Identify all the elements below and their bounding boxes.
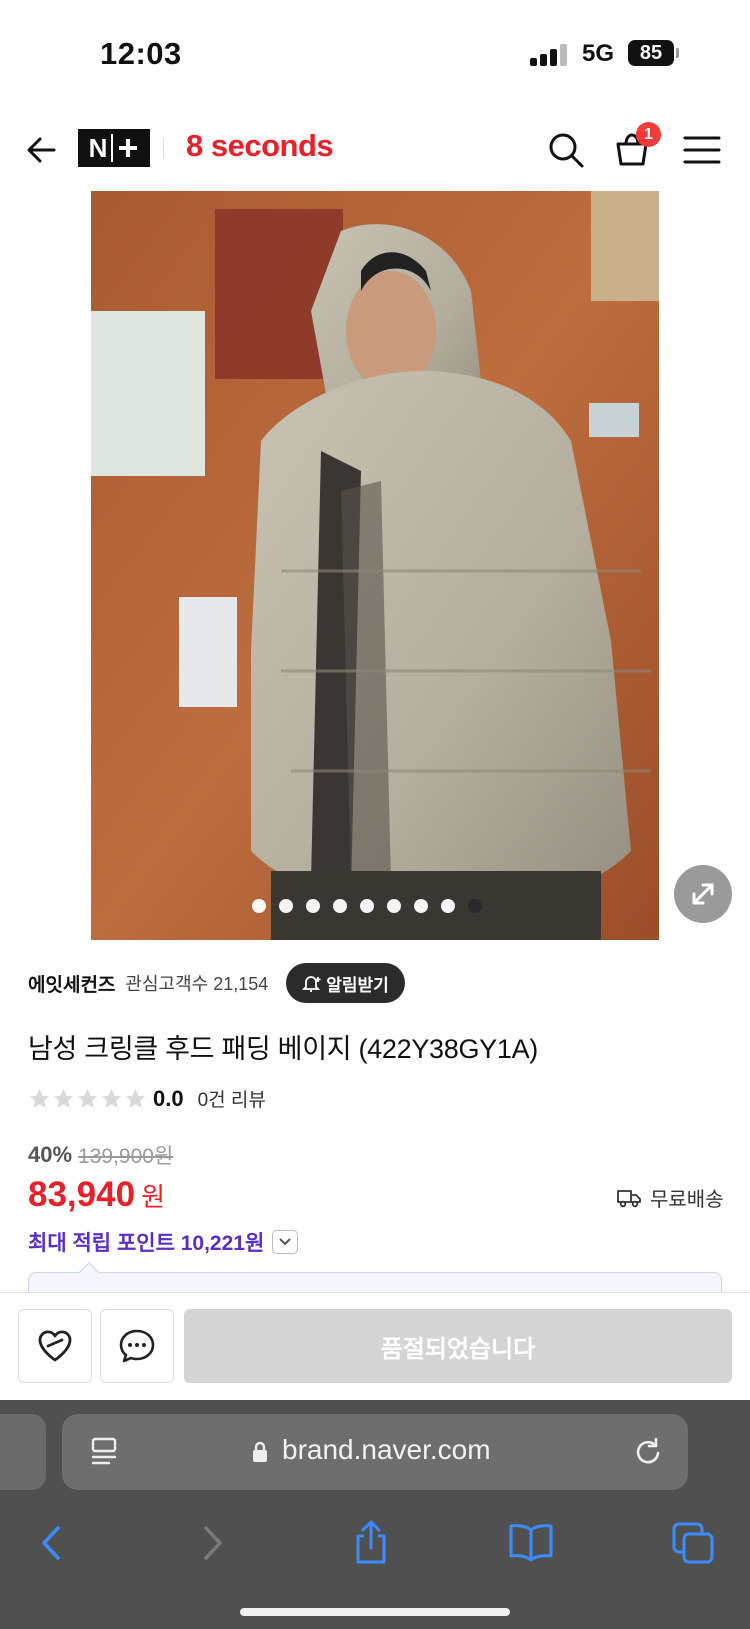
menu-icon[interactable] — [682, 130, 722, 170]
signal-icon — [530, 44, 570, 66]
store-brand-title[interactable]: 8 seconds — [186, 128, 334, 164]
app-header: N 8 seconds 1 — [0, 110, 750, 190]
star-icon — [125, 1088, 146, 1108]
star-icon — [29, 1088, 50, 1108]
battery-icon: 85 — [628, 40, 674, 66]
bell-plus-icon — [302, 976, 321, 992]
product-image[interactable] — [91, 191, 659, 940]
rating-value: 0.0 — [153, 1085, 184, 1111]
nplus-label: N — [88, 132, 108, 163]
sale-price: 83,940 — [28, 1175, 136, 1214]
notify-button[interactable]: 알림받기 — [286, 963, 405, 1003]
lock-icon — [253, 1441, 267, 1462]
wishlist-button[interactable] — [18, 1309, 92, 1383]
tabs-icon[interactable] — [668, 1518, 718, 1568]
points-label: 최대 적립 포인트 10,221원 — [28, 1232, 265, 1255]
back-arrow-icon[interactable] — [24, 132, 60, 168]
heart-icon — [38, 1330, 72, 1362]
browser-toolbar: brand.naver.com — [0, 1400, 750, 1629]
url-text: brand.naver.com — [282, 1434, 491, 1465]
gallery-dot[interactable] — [441, 899, 455, 913]
previous-tab-preview[interactable] — [0, 1414, 46, 1490]
browser-back-icon[interactable] — [28, 1518, 78, 1568]
truck-icon — [617, 1189, 641, 1207]
gallery-dot[interactable] — [414, 899, 428, 913]
reader-icon[interactable] — [90, 1436, 118, 1468]
product-photo-illustration — [91, 191, 659, 940]
gallery-dot[interactable] — [306, 899, 320, 913]
expand-image-button[interactable] — [674, 865, 732, 923]
price-row: 83,940 원 — [28, 1175, 165, 1215]
original-price: 139,900원 — [78, 1145, 174, 1168]
gallery-dot[interactable] — [252, 899, 266, 913]
cart-count-badge: 1 — [636, 122, 661, 147]
star-icon — [77, 1088, 98, 1108]
review-count[interactable]: 0건 리뷰 — [198, 1085, 266, 1112]
rating-stars — [28, 1087, 147, 1110]
expand-icon — [692, 883, 714, 905]
shipping-info: 무료배송 — [616, 1183, 724, 1212]
header-separator — [163, 139, 164, 159]
max-points[interactable]: 최대 적립 포인트 10,221원 — [28, 1227, 299, 1257]
gallery-dot[interactable] — [279, 899, 293, 913]
chat-bubble-icon — [119, 1329, 155, 1363]
star-icon — [101, 1088, 122, 1108]
gallery-dot[interactable] — [468, 899, 482, 913]
shipping-label: 무료배송 — [650, 1189, 724, 1211]
plus-icon — [119, 139, 138, 157]
discount-row: 40% 139,900원 — [28, 1140, 173, 1170]
browser-nav-row — [0, 1518, 750, 1588]
clock: 12:03 — [100, 36, 182, 71]
notify-label: 알림받기 — [326, 975, 389, 995]
battery-tip — [676, 48, 679, 58]
discount-rate: 40% — [28, 1142, 73, 1167]
bookmarks-icon[interactable] — [506, 1518, 556, 1568]
share-icon[interactable] — [346, 1518, 396, 1568]
star-icon — [53, 1088, 74, 1108]
gallery-dot[interactable] — [333, 899, 347, 913]
home-indicator — [240, 1608, 510, 1616]
browser-forward-icon[interactable] — [186, 1518, 236, 1568]
brand-name[interactable]: 에잇세컨즈 — [28, 970, 115, 997]
product-page: 12:03 5G 85 N 8 seconds 1 에잇세컨즈 관심고객수 21… — [0, 0, 750, 1629]
chevron-down-icon[interactable] — [272, 1230, 299, 1254]
gallery-pagination — [252, 899, 482, 913]
gallery-dot[interactable] — [360, 899, 374, 913]
nplus-divider — [111, 134, 114, 162]
currency-unit: 원 — [141, 1182, 165, 1212]
follower-count: 관심고객수 21,154 — [125, 974, 269, 994]
talk-button[interactable] — [100, 1309, 174, 1383]
nplus-logo[interactable]: N — [78, 129, 150, 167]
network-type: 5G — [582, 40, 615, 67]
rating-row: 0.0 0건 리뷰 — [28, 1085, 266, 1112]
reload-icon[interactable] — [632, 1436, 664, 1468]
status-bar: 12:03 5G 85 — [0, 0, 750, 110]
gallery-dot[interactable] — [387, 899, 401, 913]
search-icon[interactable] — [546, 130, 586, 170]
address-bar[interactable]: brand.naver.com — [62, 1414, 688, 1490]
soldout-button[interactable]: 품절되었습니다 — [184, 1309, 732, 1383]
brand-row: 에잇세컨즈 관심고객수 21,154 알림받기 — [28, 962, 405, 1004]
bottom-action-bar: 품절되었습니다 — [0, 1292, 750, 1400]
product-title: 남성 크링클 후드 패딩 베이지 (422Y38GY1A) — [28, 1034, 538, 1064]
